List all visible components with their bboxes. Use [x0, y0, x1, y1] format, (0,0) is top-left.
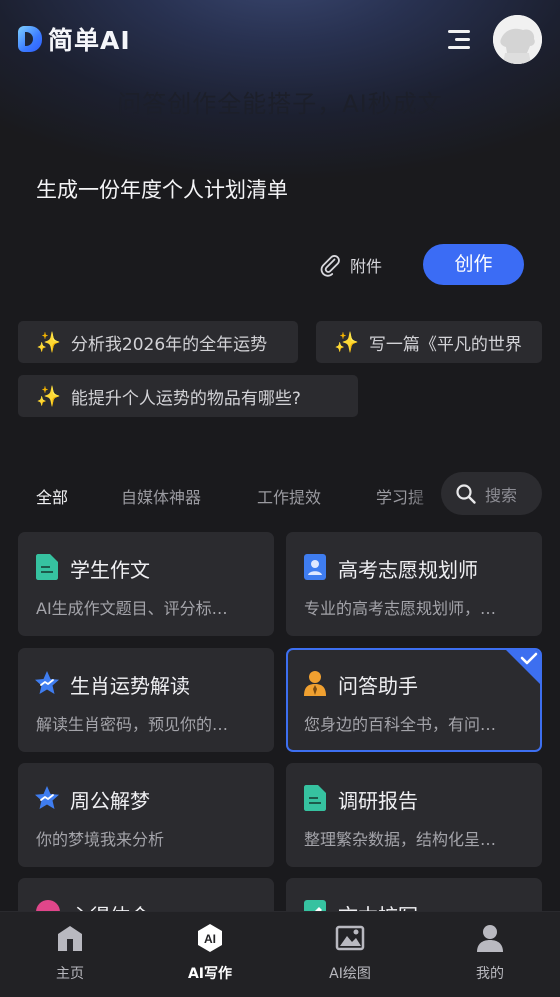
suggestion-chip[interactable]: ✨ 写一篇《平凡的世界	[316, 321, 542, 363]
bottom-nav: 主页 AI AI写作 AI绘图 我的	[0, 911, 560, 997]
nav-ai-draw[interactable]: AI绘图	[300, 912, 400, 997]
suggestion-chip[interactable]: ✨ 能提升个人运势的物品有哪些?	[18, 375, 358, 417]
nav-label: AI绘图	[329, 966, 371, 982]
svg-text:AI: AI	[204, 932, 216, 946]
card-college-planner[interactable]: 高考志愿规划师 专业的高考志愿规划师，…	[286, 532, 542, 636]
sparkle-icon: ✨	[36, 384, 61, 408]
card-title: 周公解梦	[70, 789, 150, 813]
suggestion-chip[interactable]: ✨ 分析我2026年的全年运势	[18, 321, 298, 363]
nav-label: AI写作	[187, 966, 233, 982]
home-icon	[58, 926, 82, 951]
profile-card-icon	[304, 554, 326, 580]
card-description: AI生成作文题目、评分标…	[36, 599, 228, 618]
document-icon	[304, 785, 326, 811]
logo-text: 简单AI	[48, 26, 131, 55]
nav-home[interactable]: 主页	[20, 912, 120, 997]
sparkle-icon: ✨	[36, 330, 61, 354]
person-icon	[304, 671, 326, 696]
nav-label: 主页	[56, 966, 84, 982]
paperclip-icon	[320, 255, 340, 277]
card-qa-assistant[interactable]: 问答助手 您身边的百科全书，有问…	[286, 648, 542, 752]
image-icon	[335, 925, 365, 951]
suggestion-text: 分析我2026年的全年运势	[70, 334, 268, 355]
create-button[interactable]: 创作	[423, 244, 524, 285]
card-description: 专业的高考志愿规划师，…	[304, 599, 497, 618]
card-description: 整理繁杂数据，结构化呈…	[304, 830, 497, 849]
document-icon	[36, 554, 58, 580]
star-icon	[35, 786, 59, 809]
prompt-input[interactable]: 生成一份年度个人计划清单	[36, 174, 288, 204]
suggestion-text: 能提升个人运势的物品有哪些?	[70, 388, 301, 409]
tabs-fade	[408, 472, 442, 516]
card-title: 问答助手	[338, 674, 418, 698]
nav-ai-write[interactable]: AI AI写作	[160, 912, 260, 997]
card-dream-interpretation[interactable]: 周公解梦 你的梦境我来分析	[18, 763, 274, 867]
attach-button[interactable]: 附件	[318, 252, 382, 278]
card-description: 你的梦境我来分析	[36, 830, 165, 849]
suggestion-text: 写一篇《平凡的世界	[368, 334, 522, 355]
tab-all[interactable]: 全部	[36, 484, 68, 508]
search-button[interactable]: 搜索	[441, 472, 542, 515]
avatar[interactable]	[493, 15, 542, 64]
card-title: 调研报告	[338, 789, 418, 813]
checkmark-icon	[506, 650, 540, 684]
star-icon	[35, 671, 59, 694]
search-placeholder: 搜索	[485, 485, 518, 505]
tab-work-efficiency[interactable]: 工作提效	[257, 484, 321, 508]
card-title: 生肖运势解读	[70, 674, 190, 698]
sparkle-icon: ✨	[334, 330, 359, 354]
nav-profile[interactable]: 我的	[440, 912, 540, 997]
card-research-report[interactable]: 调研报告 整理繁杂数据，结构化呈…	[286, 763, 542, 867]
tab-self-media[interactable]: 自媒体神器	[121, 484, 201, 508]
logo-mark-icon	[18, 26, 42, 52]
app-logo[interactable]: 简单AI	[18, 22, 131, 56]
menu-icon[interactable]	[446, 28, 470, 50]
card-description: 解读生肖密码，预见你的…	[36, 715, 229, 734]
attach-label: 附件	[350, 257, 383, 276]
top-bar: 简单AI	[0, 0, 560, 80]
search-icon	[456, 483, 476, 504]
card-title: 学生作文	[70, 558, 150, 582]
hero-title: 问答创作全能搭子，AI秒成文	[117, 90, 443, 118]
card-description: 您身边的百科全书，有问…	[304, 715, 497, 734]
card-student-essay[interactable]: 学生作文 AI生成作文题目、评分标…	[18, 532, 274, 636]
user-icon	[477, 925, 503, 952]
card-zodiac-fortune[interactable]: 生肖运势解读 解读生肖密码，预见你的…	[18, 648, 274, 752]
nav-label: 我的	[476, 966, 504, 982]
ai-write-icon: AI	[198, 924, 222, 952]
card-title: 高考志愿规划师	[338, 558, 478, 582]
